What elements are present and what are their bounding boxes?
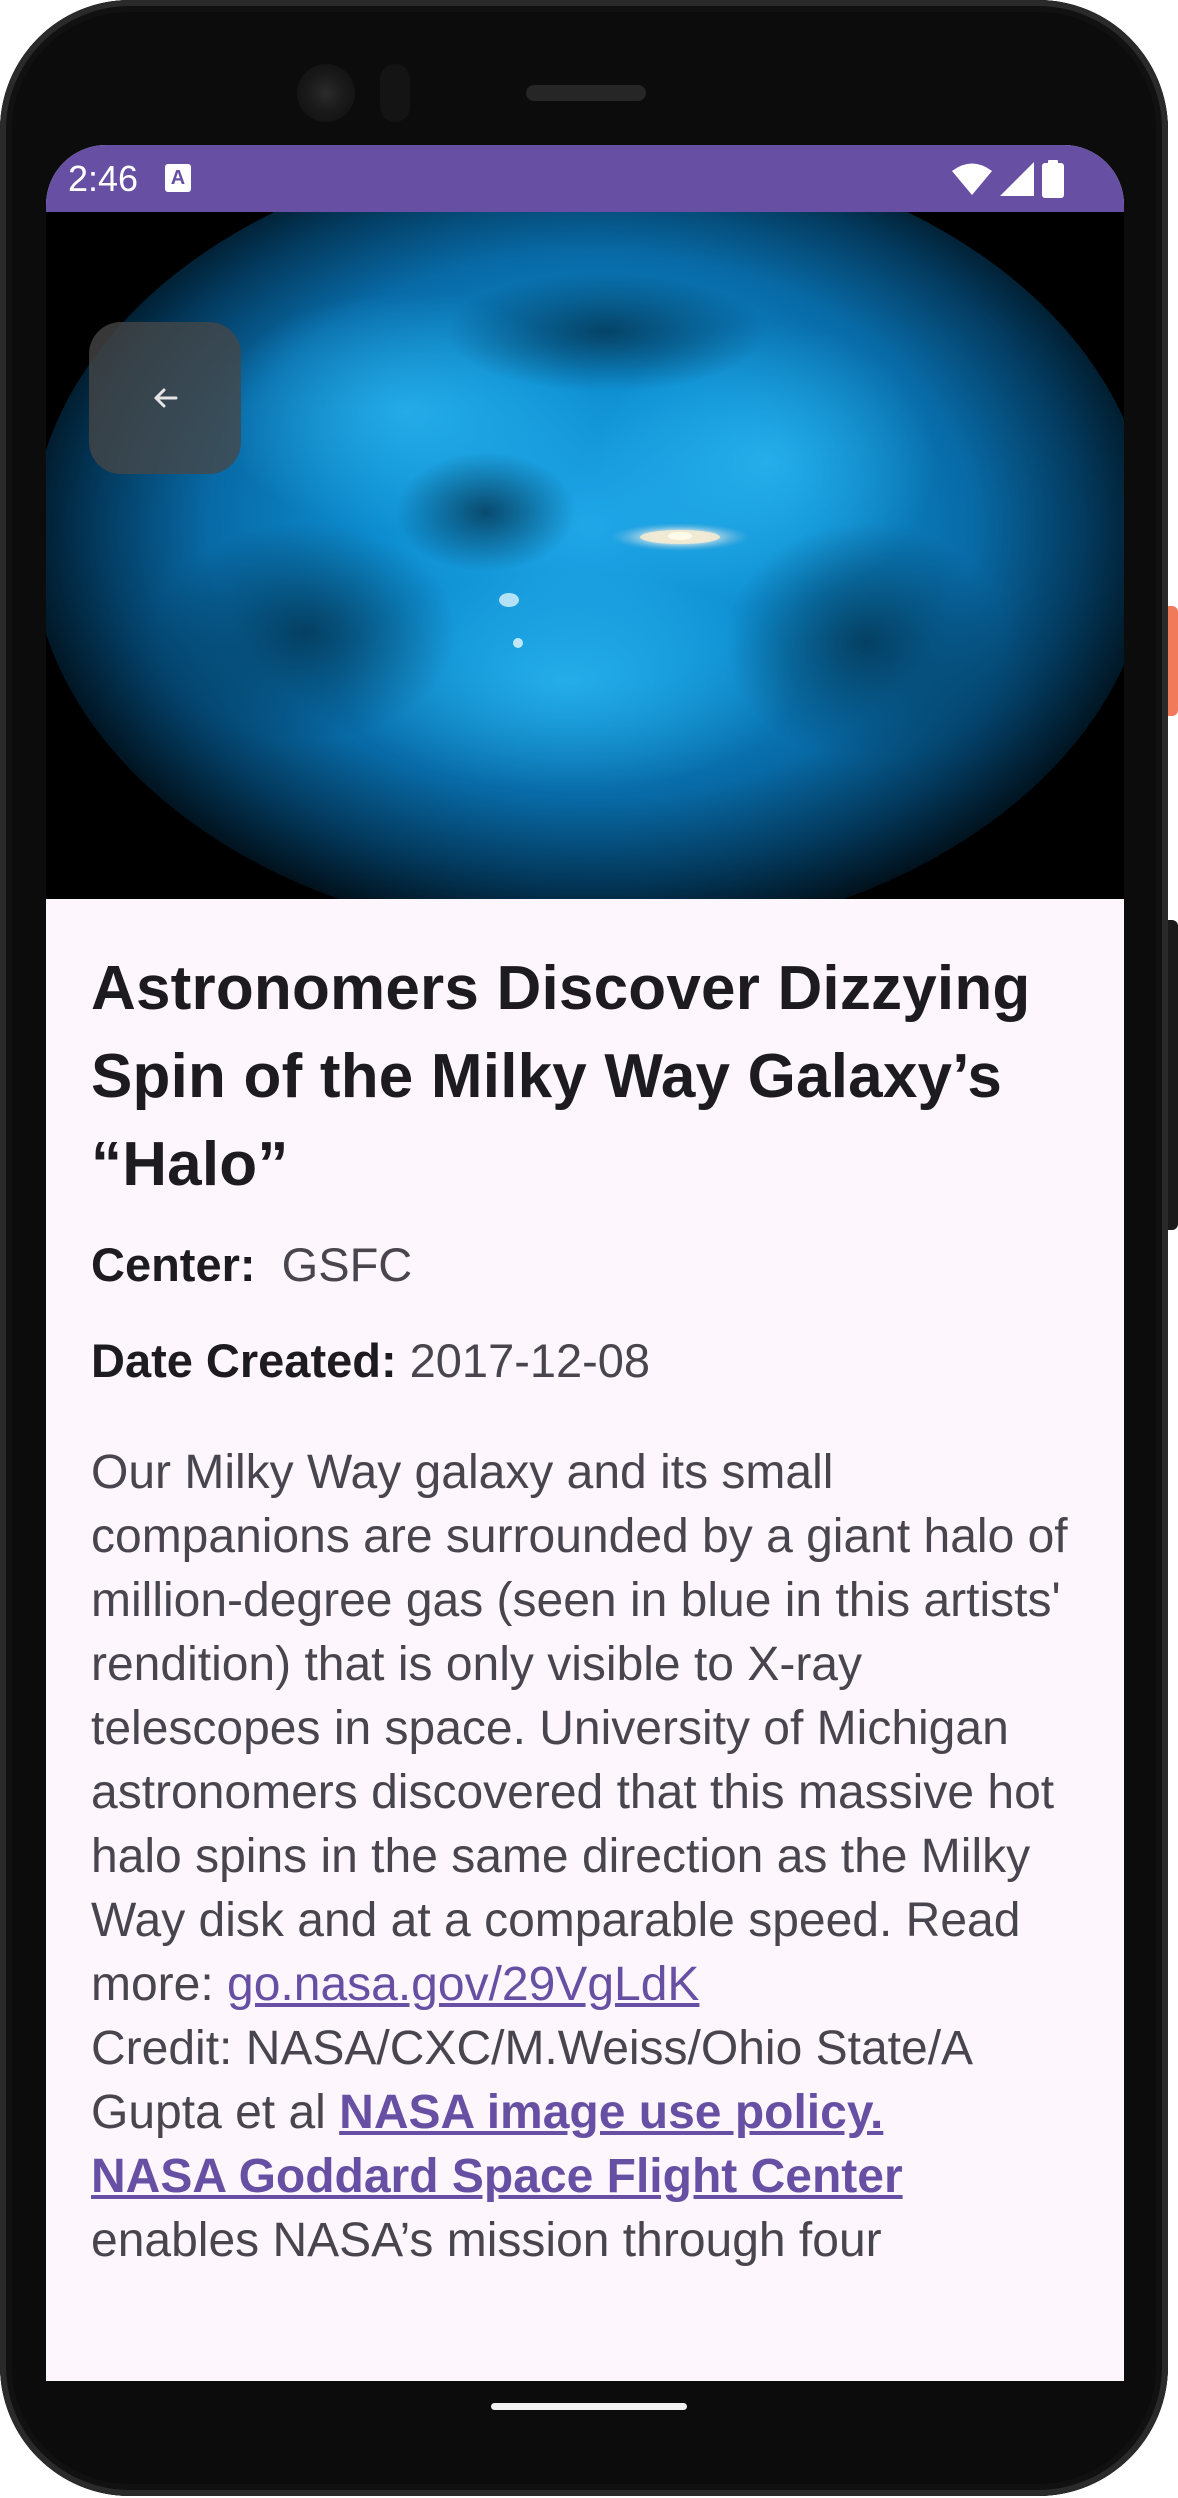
article-content: Astronomers Discover Dizzying Spin of th…	[91, 945, 1091, 2273]
proximity-sensor	[380, 64, 410, 122]
status-time: 2:46	[68, 158, 139, 199]
date-value: 2017-12-08	[409, 1334, 651, 1387]
battery-icon	[1042, 160, 1064, 198]
description-text: Our Milky Way galaxy and its small compa…	[91, 1446, 1068, 2011]
power-button	[1168, 606, 1178, 716]
date-row: Date Created: 2017-12-08	[91, 1331, 1091, 1391]
hero-image	[46, 212, 1124, 899]
wifi-icon	[952, 163, 992, 195]
earpiece-speaker	[526, 85, 646, 101]
status-icons	[952, 159, 1064, 199]
goddard-text: enables NASA’s mission through four	[91, 2214, 882, 2267]
back-button[interactable]	[89, 322, 241, 474]
galaxy-halo-image	[46, 212, 1124, 899]
phone-frame: 2:46 A Astronomers Discover Dizzying Spi…	[0, 0, 1168, 2496]
date-label: Date Created:	[91, 1334, 397, 1387]
article-title: Astronomers Discover Dizzying Spin of th…	[91, 954, 1031, 1199]
front-camera	[297, 64, 355, 122]
center-label: Center:	[91, 1238, 256, 1291]
center-value: GSFC	[281, 1238, 413, 1291]
volume-button	[1168, 920, 1178, 1230]
read-more-link[interactable]: go.nasa.gov/29VgLdK	[227, 1958, 699, 2011]
device-stage: 2:46 A Astronomers Discover Dizzying Spi…	[0, 0, 1178, 2498]
center-row: Center: GSFC	[91, 1235, 1091, 1295]
article-description: Our Milky Way galaxy and its small compa…	[91, 1441, 1091, 2273]
image-policy-link[interactable]: NASA image use policy.	[339, 2086, 883, 2139]
goddard-link[interactable]: NASA Goddard Space Flight Center	[91, 2150, 903, 2203]
app-screen: 2:46 A Astronomers Discover Dizzying Spi…	[46, 145, 1124, 2381]
text-a-icon: A	[165, 164, 191, 192]
arrow-left-icon	[154, 388, 178, 408]
navigation-handle[interactable]	[491, 2403, 687, 2410]
status-bar: 2:46 A	[46, 145, 1124, 212]
signal-icon	[1000, 162, 1034, 196]
